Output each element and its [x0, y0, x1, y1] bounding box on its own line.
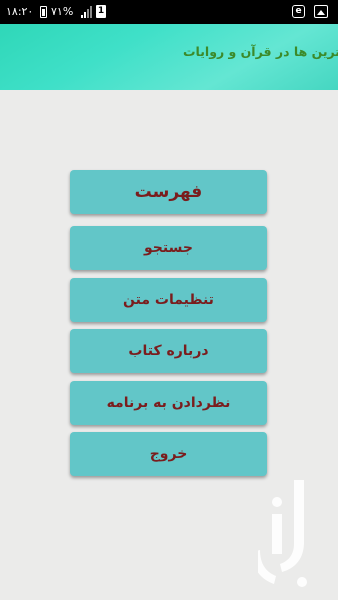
rate-app-button[interactable]: نظردادن به برنامه — [70, 381, 267, 425]
signal-icon — [81, 6, 92, 18]
page-title: ترین ها در قرآن و روایات — [182, 44, 338, 59]
status-time: ۱۸:۲۰ — [6, 5, 34, 18]
image-icon — [314, 5, 328, 18]
notification-app-icon: e — [292, 5, 305, 18]
main-menu: فهرست جستجو تنظیمات متن درباره کتاب نظرد… — [0, 90, 338, 600]
search-button[interactable]: جستجو — [70, 226, 267, 270]
battery-icon — [40, 6, 47, 18]
text-settings-button[interactable]: تنظیمات متن — [70, 278, 267, 322]
about-book-button[interactable]: درباره کتاب — [70, 329, 267, 373]
bazaar-logo-icon — [258, 480, 307, 587]
sim-badge: 1 — [96, 5, 106, 18]
status-bar: ۱۸:۲۰ ۷۱% 1 e — [0, 0, 338, 24]
app-header: ترین ها در قرآن و روایات — [0, 24, 338, 90]
index-button[interactable]: فهرست — [70, 170, 267, 214]
exit-button[interactable]: خروج — [70, 432, 267, 476]
battery-percent: ۷۱% — [51, 5, 74, 18]
